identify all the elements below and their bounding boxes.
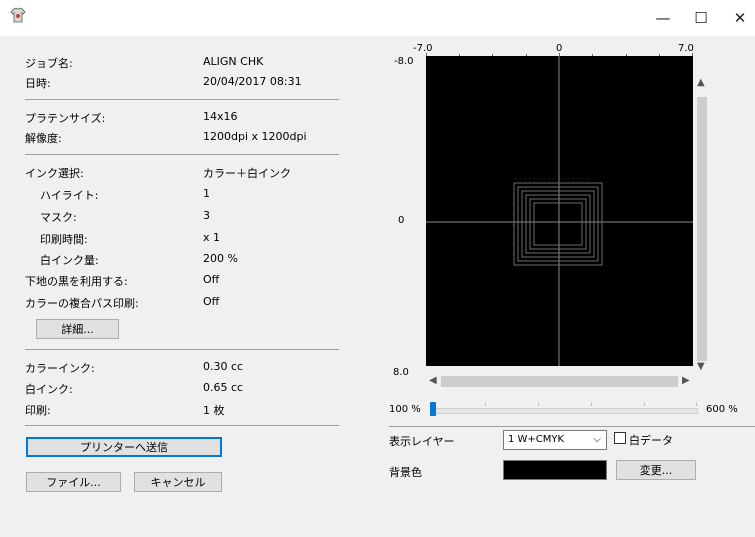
platen-size-value: 14x16 bbox=[203, 110, 238, 123]
print-time-label: 印刷時間: bbox=[40, 233, 88, 246]
app-tshirt-icon bbox=[10, 7, 26, 23]
date-label: 日時: bbox=[25, 77, 51, 90]
divider bbox=[25, 425, 339, 426]
horizontal-scrollbar[interactable]: ◀ ▶ bbox=[426, 374, 696, 389]
white-ink-amount-value: 200 % bbox=[203, 252, 238, 265]
color-ink-usage-value: 0.30 cc bbox=[203, 360, 244, 373]
scroll-up-icon[interactable]: ▲ bbox=[697, 77, 705, 89]
cancel-button[interactable]: キャンセル bbox=[134, 472, 222, 492]
change-color-button[interactable]: 変更... bbox=[616, 460, 696, 480]
svg-text:-: - bbox=[512, 242, 514, 247]
white-ink-amount-label: 白インク量: bbox=[40, 254, 99, 267]
preview-graphic: - - - - - - - - - - - - - - - - --- --- … bbox=[426, 56, 693, 366]
divider bbox=[25, 154, 339, 155]
background-color-label: 背景色 bbox=[389, 466, 422, 479]
highlight-label: ハイライト: bbox=[40, 189, 99, 202]
svg-text:-: - bbox=[512, 252, 514, 257]
white-ink-usage-value: 0.65 cc bbox=[203, 381, 244, 394]
divider bbox=[25, 349, 339, 350]
use-black-base-value: Off bbox=[203, 273, 220, 286]
svg-text:-: - bbox=[512, 202, 514, 207]
color-ink-usage-label: カラーインク: bbox=[25, 362, 95, 375]
details-button[interactable]: 詳細... bbox=[36, 319, 119, 339]
close-button[interactable]: ✕ bbox=[728, 8, 752, 28]
chevron-down-icon: ⌵ bbox=[593, 434, 601, 445]
vertical-scroll-thumb[interactable] bbox=[697, 97, 707, 361]
color-multipass-label: カラーの複合パス印刷: bbox=[25, 297, 139, 310]
white-ink-usage-label: 白インク: bbox=[25, 383, 73, 396]
y-axis-mid-label: 0 bbox=[398, 215, 405, 226]
job-name-label: ジョブ名: bbox=[25, 57, 73, 70]
white-data-label: 白データ bbox=[629, 434, 673, 447]
divider bbox=[25, 99, 339, 100]
svg-text:-: - bbox=[512, 212, 514, 217]
print-preview-canvas[interactable]: - - - - - - - - - - - - - - - - --- --- … bbox=[426, 56, 693, 366]
divider bbox=[389, 426, 755, 427]
print-time-value: x 1 bbox=[203, 231, 221, 244]
display-layer-select[interactable]: 1 W+CMYK ⌵ bbox=[503, 430, 607, 450]
color-multipass-value: Off bbox=[203, 295, 220, 308]
scroll-right-icon[interactable]: ▶ bbox=[682, 375, 690, 387]
white-data-checkbox[interactable] bbox=[614, 432, 626, 444]
zoom-slider-track[interactable] bbox=[432, 403, 698, 414]
zoom-slider-ticks bbox=[433, 403, 697, 406]
zoom-min-label: 100 % bbox=[389, 404, 421, 415]
print-count-value: 1 枚 bbox=[203, 404, 225, 417]
display-layer-value: 1 W+CMYK bbox=[508, 434, 565, 445]
y-axis-max-label: 8.0 bbox=[393, 367, 409, 378]
zoom-max-label: 600 % bbox=[706, 404, 738, 415]
resolution-value: 1200dpi x 1200dpi bbox=[203, 130, 307, 143]
highlight-value: 1 bbox=[203, 187, 210, 200]
use-black-base-label: 下地の黒を利用する: bbox=[25, 275, 128, 288]
y-axis-min-label: -8.0 bbox=[394, 56, 414, 67]
zoom-slider-thumb[interactable] bbox=[430, 402, 436, 416]
svg-text:-: - bbox=[512, 192, 514, 197]
resolution-label: 解像度: bbox=[25, 132, 62, 145]
file-button[interactable]: ファイル... bbox=[26, 472, 121, 492]
x-ruler bbox=[426, 53, 693, 56]
mask-value: 3 bbox=[203, 209, 210, 222]
maximize-button[interactable]: ☐ bbox=[689, 8, 713, 28]
svg-text:-: - bbox=[512, 232, 514, 237]
svg-text:- - - - - - - - - - - - - - -: - - - - - - - - - - - - - - - - bbox=[514, 176, 589, 181]
title-bar bbox=[0, 0, 755, 36]
print-count-label: 印刷: bbox=[25, 404, 51, 417]
job-name-value: ALIGN CHK bbox=[203, 55, 264, 68]
scroll-left-icon[interactable]: ◀ bbox=[429, 375, 437, 387]
background-color-swatch bbox=[503, 460, 607, 480]
vertical-scrollbar[interactable]: ▲ ▼ bbox=[695, 73, 709, 373]
ink-select-value: カラー＋白インク bbox=[203, 167, 291, 180]
svg-text:-: - bbox=[512, 222, 514, 227]
horizontal-scroll-thumb[interactable] bbox=[441, 376, 678, 387]
ink-select-label: インク選択: bbox=[25, 167, 84, 180]
scroll-down-icon[interactable]: ▼ bbox=[697, 361, 705, 373]
display-layer-label: 表示レイヤー bbox=[389, 435, 455, 448]
send-to-printer-button[interactable]: プリンターへ送信 bbox=[26, 437, 222, 457]
date-value: 20/04/2017 08:31 bbox=[203, 75, 302, 88]
minimize-button[interactable]: — bbox=[651, 8, 675, 28]
mask-label: マスク: bbox=[40, 211, 77, 224]
platen-size-label: プラテンサイズ: bbox=[25, 112, 106, 125]
